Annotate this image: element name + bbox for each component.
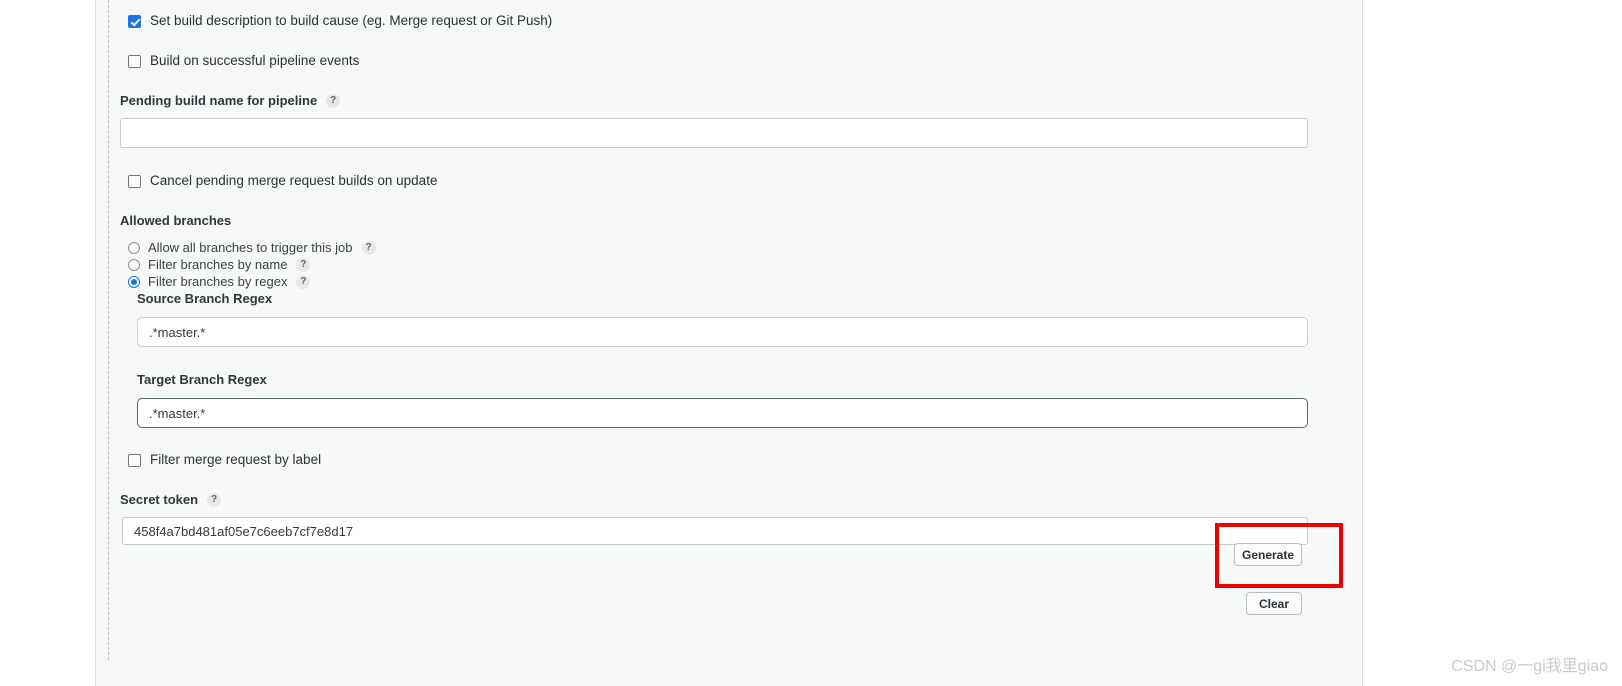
filter-branches-by-name-label: Filter branches by name (148, 257, 288, 272)
source-branch-regex-input[interactable]: .*master.* (137, 317, 1308, 347)
allow-all-branches-radio[interactable] (128, 241, 140, 254)
radio-row-allow-all-branches[interactable]: Allow all branches to trigger this job ? (128, 240, 376, 255)
secret-token-input[interactable]: 458f4a7bd481af05e7c6eeb7cf7e8d17 (122, 517, 1308, 545)
pending-build-name-label-group: Pending build name for pipeline ? (120, 93, 341, 108)
set-build-description-checkbox[interactable] (128, 14, 141, 28)
help-icon-allow-all-branches[interactable]: ? (361, 240, 376, 255)
allow-all-branches-label: Allow all branches to trigger this job (148, 240, 353, 255)
radio-row-filter-branches-by-regex[interactable]: Filter branches by regex ? (128, 274, 311, 289)
filter-branches-by-regex-label: Filter branches by regex (148, 274, 288, 289)
filter-merge-request-by-label-label: Filter merge request by label (150, 452, 322, 467)
checkbox-row-build-on-successful-pipeline[interactable]: Build on successful pipeline events (128, 53, 359, 69)
set-build-description-label: Set build description to build cause (eg… (150, 13, 553, 28)
help-icon-secret-token[interactable]: ? (207, 492, 222, 507)
target-branch-regex-label: Target Branch Regex (137, 372, 267, 387)
checkbox-row-cancel-pending-merge-request[interactable]: Cancel pending merge request builds on u… (128, 173, 437, 189)
pending-build-name-input[interactable] (120, 118, 1308, 148)
radio-row-filter-branches-by-name[interactable]: Filter branches by name ? (128, 257, 311, 272)
secret-token-label-group: Secret token ? (120, 492, 222, 507)
filter-branches-by-name-radio[interactable] (128, 258, 140, 271)
target-branch-regex-label-group: Target Branch Regex (137, 372, 267, 387)
build-on-successful-pipeline-checkbox[interactable] (128, 54, 141, 68)
cancel-pending-merge-request-checkbox[interactable] (128, 174, 141, 188)
pending-build-name-label: Pending build name for pipeline (120, 93, 318, 108)
allowed-branches-heading: Allowed branches (120, 213, 232, 228)
build-on-successful-pipeline-label: Build on successful pipeline events (150, 53, 360, 68)
cancel-pending-merge-request-label: Cancel pending merge request builds on u… (150, 173, 438, 188)
secret-token-label: Secret token (120, 492, 199, 507)
form-guide-line (108, 0, 109, 660)
help-icon-filter-branches-by-regex[interactable]: ? (296, 274, 311, 289)
target-branch-regex-input[interactable]: .*master.* (137, 398, 1308, 428)
filter-merge-request-by-label-checkbox[interactable] (128, 453, 141, 467)
allowed-branches-heading-group: Allowed branches (120, 213, 231, 228)
filter-branches-by-regex-radio[interactable] (128, 275, 140, 288)
source-branch-regex-label: Source Branch Regex (137, 291, 273, 306)
checkbox-row-filter-merge-request-by-label[interactable]: Filter merge request by label (128, 452, 321, 468)
watermark-text: CSDN @一gi我里giao (1451, 658, 1608, 675)
clear-button[interactable]: Clear (1246, 592, 1302, 615)
help-icon-pending-build-name[interactable]: ? (326, 93, 341, 108)
generate-button[interactable]: Generate (1234, 543, 1302, 566)
checkbox-row-set-build-description[interactable]: Set build description to build cause (eg… (128, 13, 552, 29)
help-icon-filter-branches-by-name[interactable]: ? (296, 257, 311, 272)
page-root: Set build description to build cause (eg… (0, 0, 1622, 686)
source-branch-regex-label-group: Source Branch Regex (137, 291, 272, 306)
